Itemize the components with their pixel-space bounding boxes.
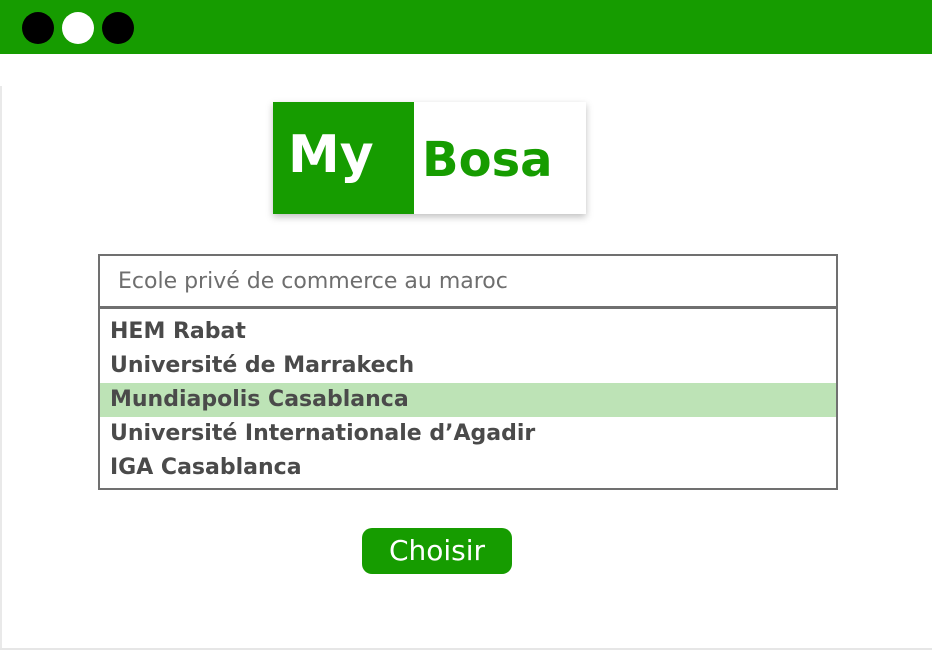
school-dropdown-list: HEM Rabat Université de Marrakech Mundia… [98,307,838,490]
dropdown-option-hem-rabat[interactable]: HEM Rabat [100,315,836,349]
window-left-border [0,86,2,650]
title-bar [0,0,932,54]
dropdown-option-universite-agadir[interactable]: Université Internationale d’Agadir [100,417,836,451]
dropdown-option-iga-casablanca[interactable]: IGA Casablanca [100,451,836,485]
choose-button[interactable]: Choisir [362,528,512,574]
window-maximize-dot[interactable] [102,12,134,44]
window-close-dot[interactable] [22,12,54,44]
window-minimize-dot[interactable] [62,12,94,44]
dropdown-option-mundiapolis-casablanca[interactable]: Mundiapolis Casablanca [100,383,836,417]
logo-text-my: My [288,125,374,185]
logo-text-bosa: Bosa [422,132,553,188]
mybosa-logo: My Bosa [273,102,586,214]
app-window: My Bosa HEM Rabat Université de Marrakec… [0,0,932,650]
dropdown-option-universite-marrakech[interactable]: Université de Marrakech [100,349,836,383]
school-search-input[interactable] [98,254,838,308]
